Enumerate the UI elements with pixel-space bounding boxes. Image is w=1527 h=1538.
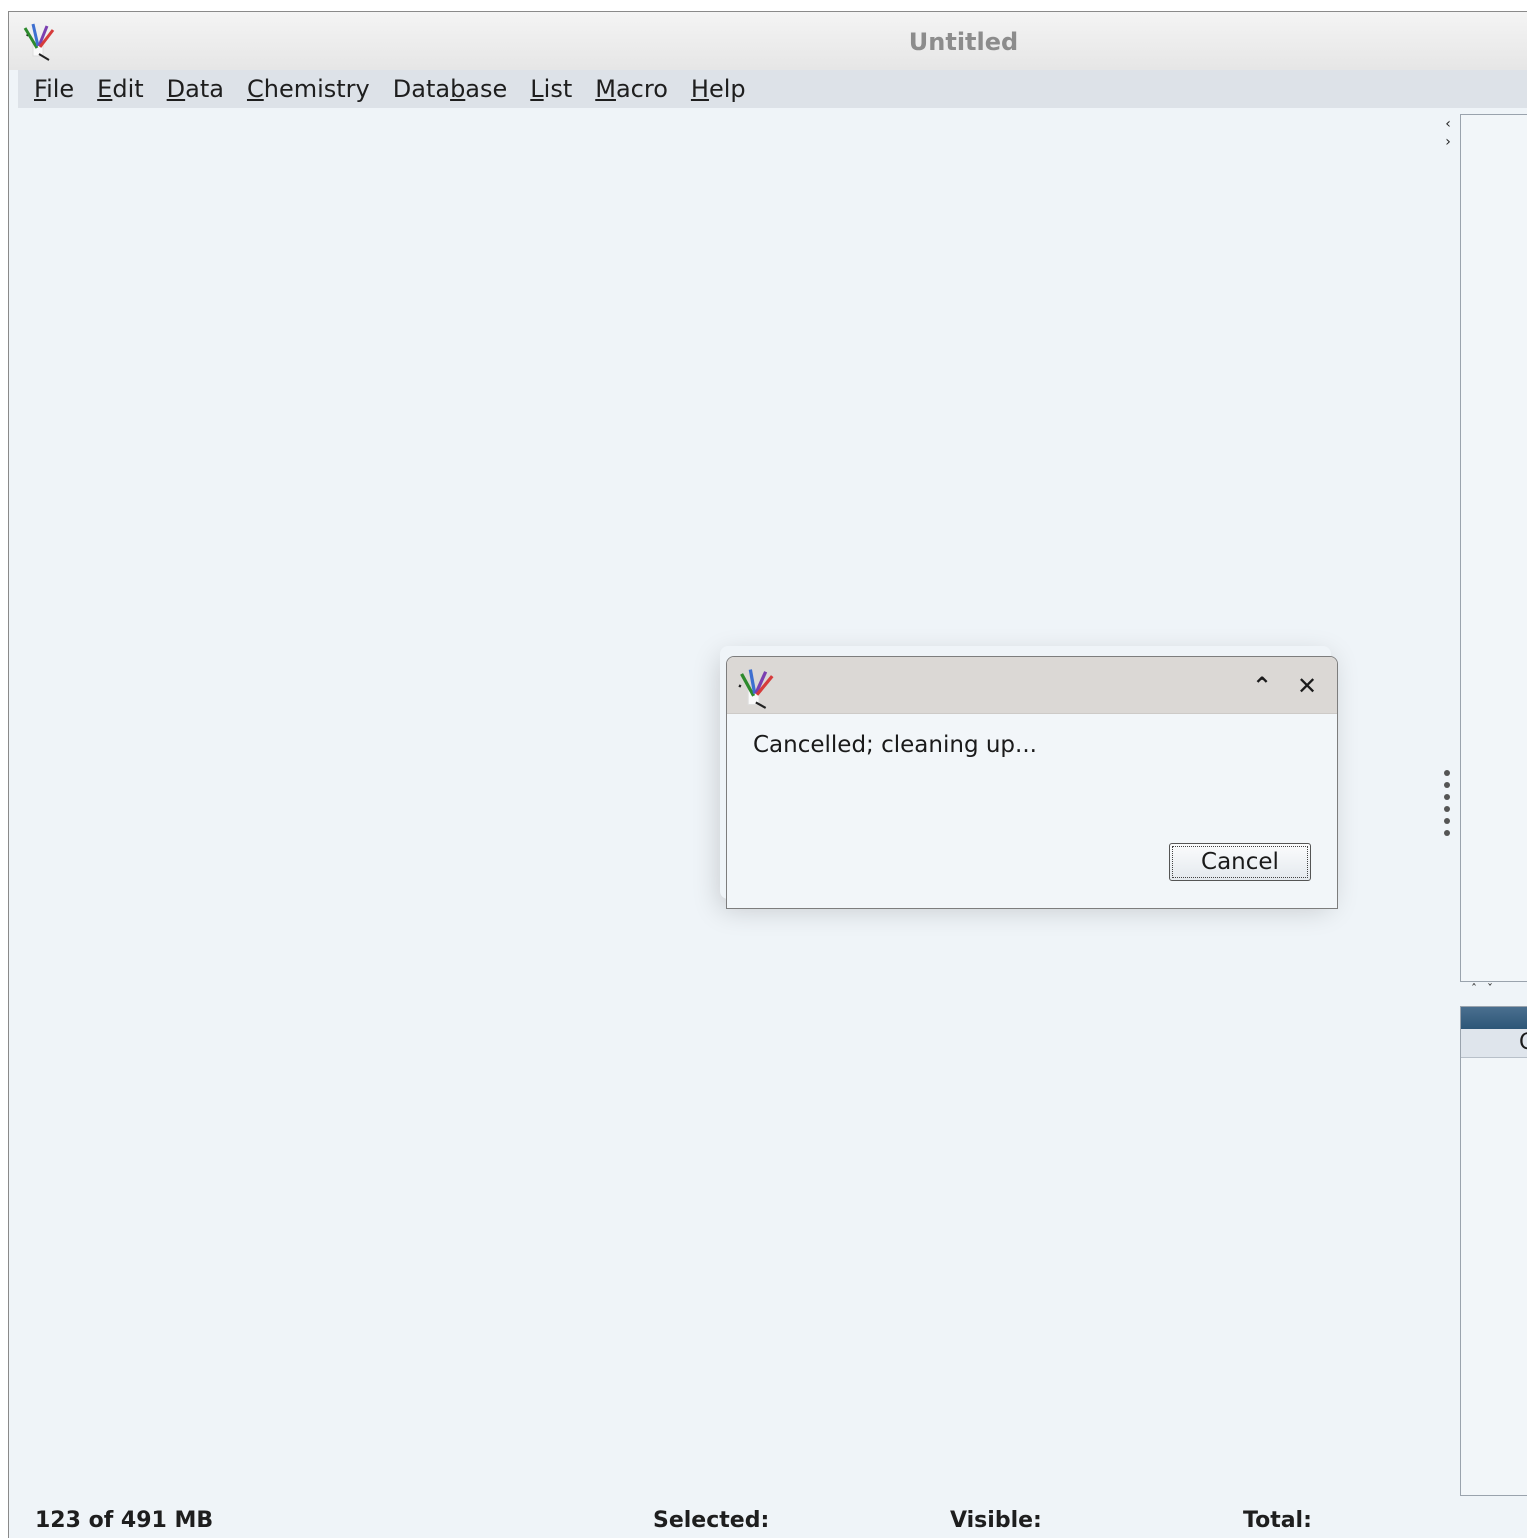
cancel-button[interactable]: Cancel [1169, 843, 1311, 881]
progress-message: Cancelled; cleaning up... [753, 732, 1037, 758]
menu-file[interactable]: File [34, 75, 74, 103]
panel-column-header[interactable]: C [1461, 1029, 1527, 1058]
progress-dialog: ⌃ ✕ Cancelled; cleaning up... Cancel [726, 656, 1338, 909]
visible-count-label: Visible: [950, 1508, 1042, 1533]
window-title: Untitled [908, 28, 1019, 56]
menu-macro[interactable]: Macro [595, 75, 668, 103]
menu-help[interactable]: Help [691, 75, 746, 103]
menu-chemistry[interactable]: Chemistry [247, 75, 370, 103]
close-icon[interactable]: ✕ [1294, 673, 1320, 699]
menu-edit[interactable]: Edit [97, 75, 143, 103]
cancel-button-label: Cancel [1172, 846, 1308, 878]
app-logo-icon [738, 669, 774, 709]
minimize-icon[interactable]: ⌃ [1249, 673, 1275, 699]
menubar: File Edit Data Chemistry Database List M… [18, 70, 1527, 108]
menu-data[interactable]: Data [167, 75, 224, 103]
split-collapse-arrows-icon[interactable]: ‹ › [1440, 115, 1456, 155]
status-bar: 123 of 491 MB Selected: Visible: Total: [9, 1498, 1527, 1538]
panel-header [1461, 1007, 1527, 1029]
splitter-grip-icon[interactable] [1442, 770, 1452, 836]
menu-database[interactable]: Database [393, 75, 508, 103]
window-titlebar[interactable]: Untitled [9, 12, 1527, 70]
memory-status: 123 of 491 MB [35, 1508, 214, 1533]
selected-count-label: Selected: [653, 1508, 770, 1533]
right-table-panel: C [1460, 1006, 1527, 1496]
menu-list[interactable]: List [530, 75, 572, 103]
panel-expand-arrows-icon[interactable]: ˆˇ [1471, 982, 1511, 1002]
right-view-panel [1460, 114, 1527, 982]
dialog-titlebar[interactable]: ⌃ ✕ [727, 657, 1337, 714]
total-count-label: Total: [1243, 1508, 1312, 1533]
